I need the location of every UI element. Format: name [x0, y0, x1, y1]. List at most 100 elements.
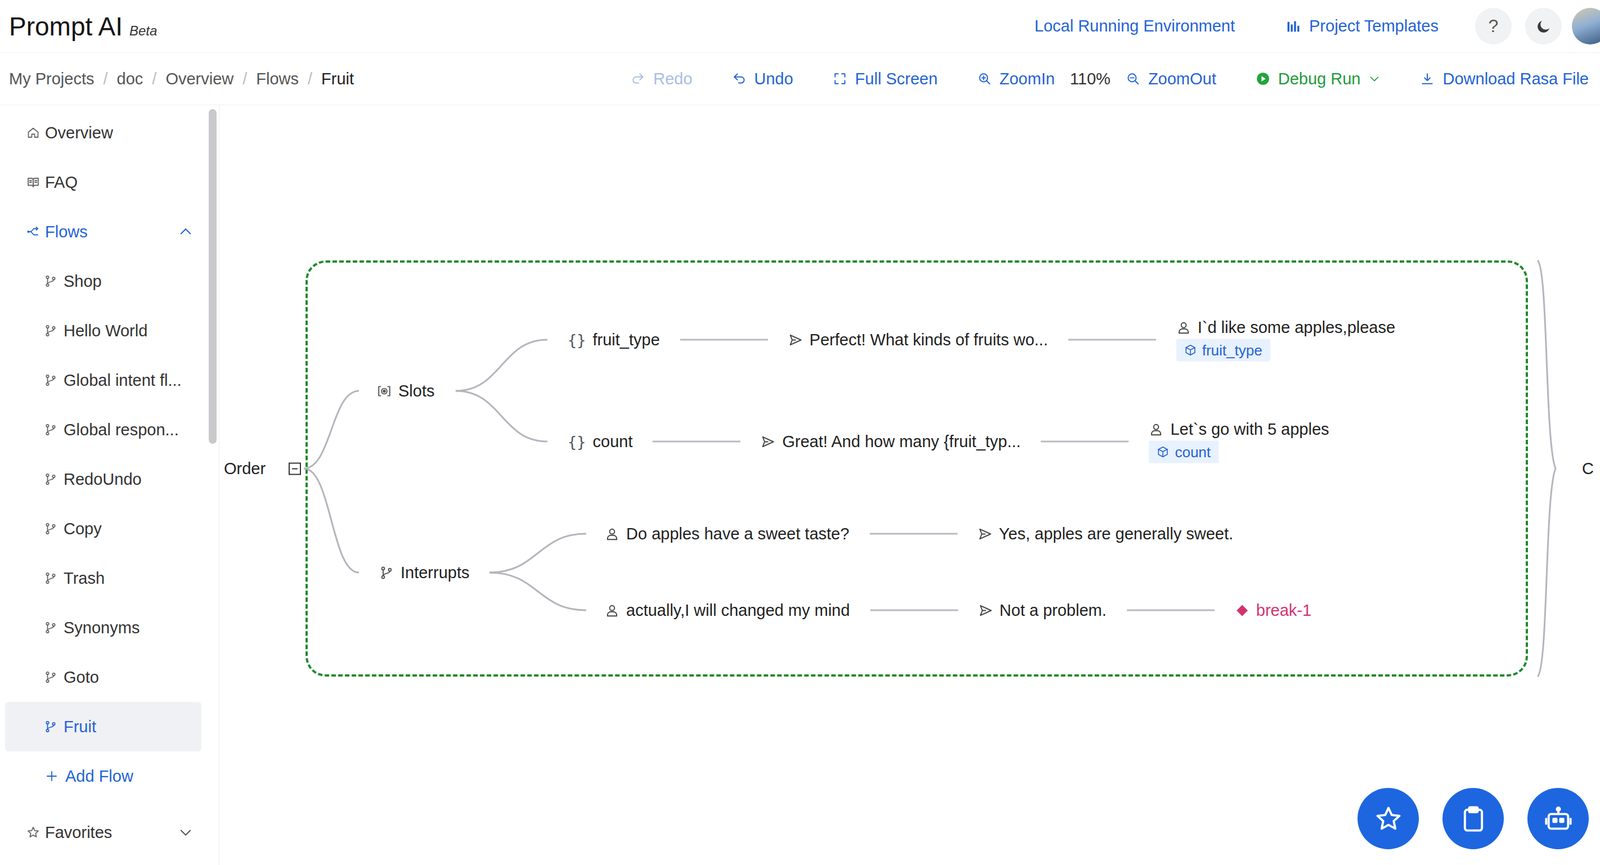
sidebar-label: FAQ: [45, 173, 78, 192]
toolbar-button[interactable]: ZoomIn: [977, 69, 1055, 89]
sidebar-label: Hello World: [63, 321, 148, 341]
sidebar-item[interactable]: FAQ: [5, 157, 202, 208]
bot-message-node[interactable]: Perfect! What kinds of fruits wo...: [788, 330, 1049, 350]
clipboard-button[interactable]: [1442, 788, 1504, 850]
robot-icon: [1543, 804, 1573, 834]
flow-canvas[interactable]: Order Slots Interrupts {} fruit_type Per…: [219, 105, 1600, 865]
sidebar-item[interactable]: Favorites: [5, 807, 202, 858]
connector-curve: [455, 390, 548, 442]
toolbar-group: ZoomIn 110% ZoomOut: [977, 69, 1217, 89]
breadcrumb-separator: /: [102, 69, 108, 89]
flows-icon: [26, 225, 40, 239]
toolbar-button[interactable]: Redo: [630, 69, 692, 89]
main-area: Overview FAQ Flows Shop Hello World Glob…: [0, 105, 1600, 865]
sidebar-label: Flows: [45, 222, 88, 242]
scrollbar-thumb[interactable]: [208, 109, 217, 444]
user-message-node[interactable]: I`d like some apples,please fruit_type: [1176, 318, 1396, 362]
connector-line: [869, 533, 958, 536]
toolbar-button[interactable]: Undo: [731, 69, 794, 89]
breadcrumb-item[interactable]: Flows: [255, 69, 299, 89]
beta-badge: Beta: [129, 23, 157, 39]
bot-button[interactable]: [1527, 788, 1589, 850]
breadcrumb-item[interactable]: Overview: [165, 69, 234, 89]
toolbar-group: Undo: [731, 69, 794, 89]
theme-button[interactable]: [1525, 7, 1562, 45]
breadcrumb-item[interactable]: My Projects: [9, 69, 94, 89]
sub-bar: My Projects/ doc/ Overview/ Flows/ Fruit…: [0, 52, 1600, 106]
sidebar-item[interactable]: RedoUndo: [5, 454, 202, 505]
sidebar-label: Copy: [63, 519, 102, 539]
next-node[interactable]: C: [1581, 459, 1594, 479]
toolbar-button[interactable]: Full Screen: [832, 69, 938, 89]
slot-tag[interactable]: count: [1148, 441, 1219, 464]
sidebar-item[interactable]: Trash: [5, 553, 202, 604]
node-label: actually,I will changed my mind: [626, 601, 851, 620]
branch-icon: [43, 373, 58, 388]
user-message-node[interactable]: actually,I will changed my mind: [604, 601, 851, 620]
sidebar-item[interactable]: Flows: [5, 207, 202, 257]
slot-node[interactable]: {} count: [567, 432, 633, 452]
local-env-link[interactable]: Local Running Environment: [1034, 16, 1235, 36]
collapse-icon[interactable]: [288, 461, 302, 476]
user-message: I`d like some apples,please: [1176, 318, 1396, 337]
project-templates-link[interactable]: Project Templates: [1285, 16, 1439, 36]
slot-mark: {}: [567, 331, 587, 349]
toolbar-button[interactable]: ZoomOut: [1125, 69, 1217, 89]
branch-icon: [43, 423, 58, 437]
node-label: Perfect! What kinds of fruits wo...: [809, 330, 1049, 350]
slots-node[interactable]: Slots: [376, 381, 435, 401]
zoom-out-icon: [1125, 71, 1141, 87]
bot-message-node[interactable]: Yes, apples are generally sweet.: [977, 524, 1234, 544]
sidebar-item[interactable]: Global respon...: [5, 405, 202, 455]
sidebar-label: Synonyms: [63, 618, 140, 638]
logo[interactable]: Prompt AI Beta: [9, 11, 157, 42]
toolbar-label: ZoomOut: [1148, 69, 1217, 89]
node-label: I`d like some apples,please: [1197, 318, 1396, 337]
slot-node[interactable]: {} fruit_type: [567, 330, 660, 350]
toolbar-label: Undo: [754, 69, 794, 89]
node-label: Great! And how many {fruit_typ...: [781, 432, 1021, 452]
sidebar-item[interactable]: Copy: [5, 504, 202, 554]
sidebar-item[interactable]: Synonyms: [5, 603, 202, 653]
root-node[interactable]: Order: [223, 459, 302, 479]
cube-icon: [1156, 446, 1170, 459]
sidebar-item[interactable]: Add Flow: [5, 751, 202, 802]
play-icon: [1255, 71, 1271, 87]
breadcrumb-item[interactable]: Fruit: [321, 69, 354, 89]
node-label: break-1: [1256, 601, 1312, 620]
toolbar-button[interactable]: Download Rasa File: [1419, 69, 1589, 89]
breadcrumb-item[interactable]: doc: [117, 69, 144, 89]
sidebar-item[interactable]: Global intent fl...: [5, 355, 202, 406]
node-label: Slots: [398, 381, 435, 401]
bot-message-node[interactable]: Great! And how many {fruit_typ...: [760, 432, 1021, 452]
help-button[interactable]: ?: [1475, 7, 1512, 45]
breadcrumb-separator: /: [307, 69, 313, 89]
star-icon: [1373, 804, 1404, 834]
toolbar-button[interactable]: Debug Run: [1255, 69, 1382, 89]
connector-line: [680, 339, 768, 341]
connector-curve: [303, 390, 359, 469]
toolbar-label: ZoomIn: [999, 69, 1055, 89]
slot-tag[interactable]: fruit_type: [1176, 339, 1271, 362]
diamond-icon: [1236, 604, 1248, 617]
sidebar-item[interactable]: Shop: [5, 256, 202, 307]
sidebar-item[interactable]: Hello World: [5, 306, 202, 356]
send-icon: [788, 332, 803, 348]
sidebar-item[interactable]: Goto: [5, 652, 202, 703]
clipboard-icon: [1458, 804, 1489, 834]
user-message-node[interactable]: Let`s go with 5 apples count: [1148, 420, 1329, 464]
sidebar-list: Overview FAQ Flows Shop Hello World Glob…: [0, 105, 207, 865]
connector-line: [1126, 609, 1215, 612]
zoom-level: 110%: [1070, 69, 1111, 89]
sidebar-item[interactable]: Overview: [5, 108, 202, 158]
plus-icon: [45, 769, 59, 784]
action-node[interactable]: break-1: [1234, 601, 1312, 620]
favorite-button[interactable]: [1357, 788, 1419, 850]
user-message-node[interactable]: Do apples have a sweet taste?: [604, 524, 850, 544]
interrupts-node[interactable]: Interrupts: [379, 563, 470, 583]
sidebar-item[interactable]: Fruit: [5, 702, 202, 752]
bot-message-node[interactable]: Not a problem.: [978, 601, 1107, 620]
book-icon: [26, 175, 40, 190]
user-avatar[interactable]: [1571, 7, 1600, 45]
slot-mark: {}: [567, 433, 587, 451]
